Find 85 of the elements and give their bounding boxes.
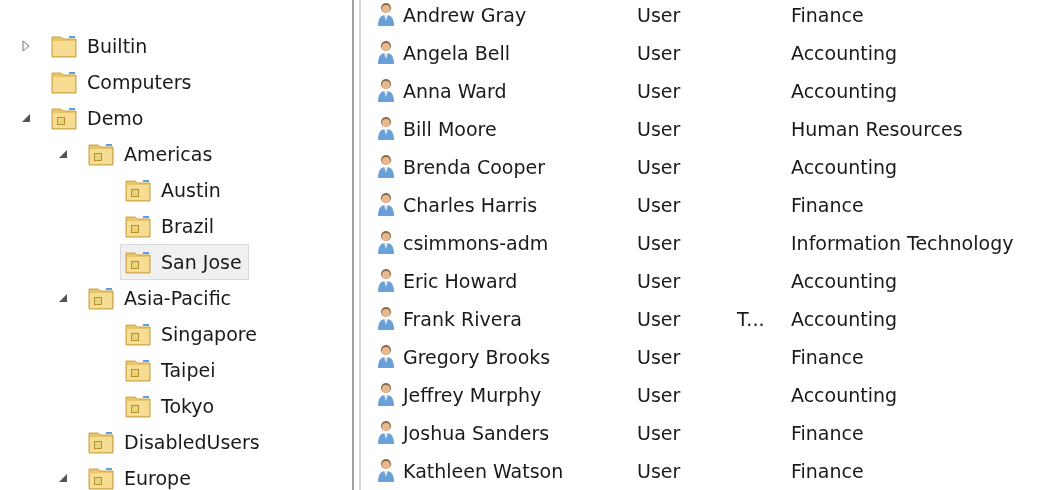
tree-item[interactable]: Asia-Pacific (83, 280, 239, 316)
table-cell: Accounting (791, 308, 898, 330)
tree-item[interactable]: Americas (83, 136, 220, 172)
collapse-arrow-icon[interactable] (57, 472, 69, 484)
user-icon (375, 420, 397, 446)
splitter[interactable] (352, 0, 361, 490)
folder-icon (125, 393, 151, 419)
collapse-arrow-icon[interactable] (57, 148, 69, 160)
table-cell: Finance (791, 346, 864, 368)
tree-item[interactable]: Taipei (120, 352, 223, 388)
folder-icon (51, 69, 77, 95)
table-cell: User (637, 422, 681, 444)
user-icon (375, 230, 397, 256)
table-cell: Brenda Cooper (403, 156, 545, 178)
folder-icon (125, 321, 151, 347)
table-cell: User (637, 156, 681, 178)
table-cell: User (637, 270, 681, 292)
folder-icon (88, 285, 114, 311)
table-cell: Charles Harris (403, 194, 538, 216)
table-cell: Frank Rivera (403, 308, 522, 330)
user-icon (375, 40, 397, 66)
folder-icon (51, 33, 77, 59)
tree-item[interactable]: Brazil (120, 208, 222, 244)
tree-item[interactable]: Singapore (120, 316, 264, 352)
table-cell: Angela Bell (403, 42, 511, 64)
user-icon (375, 344, 397, 370)
table-cell: Accounting (791, 42, 898, 64)
expand-arrow-icon[interactable] (20, 40, 32, 52)
table-cell: Finance (791, 194, 864, 216)
table-cell: User (637, 4, 681, 26)
folder-icon (88, 429, 114, 455)
table-cell: Anna Ward (403, 80, 507, 102)
table-cell: User (637, 384, 681, 406)
folder-icon (125, 249, 151, 275)
table-cell: Accounting (791, 384, 898, 406)
tree-item[interactable]: Computers (46, 64, 199, 100)
tree-item[interactable]: San Jose (120, 244, 249, 280)
folder-icon (125, 177, 151, 203)
table-cell: Finance (791, 4, 864, 26)
folder-icon (88, 141, 114, 167)
collapse-arrow-icon[interactable] (20, 112, 32, 124)
user-icon (375, 78, 397, 104)
table-cell: Information Technology (791, 232, 1014, 254)
folder-icon (88, 465, 114, 490)
tree-item[interactable]: Builtin (46, 28, 155, 64)
table-cell: T... (737, 308, 765, 330)
table-cell: Accounting (791, 270, 898, 292)
table-cell: Eric Howard (403, 270, 518, 292)
table-cell: User (637, 80, 681, 102)
table-cell: User (637, 232, 681, 254)
table-cell: Finance (791, 422, 864, 444)
table-cell: User (637, 42, 681, 64)
table-cell: User (637, 460, 681, 482)
table-cell: Andrew Gray (403, 4, 527, 26)
user-icon (375, 306, 397, 332)
tree-item[interactable]: Tokyo (120, 388, 222, 424)
table-cell: User (637, 118, 681, 140)
tree-item[interactable]: DisabledUsers (83, 424, 267, 460)
table-cell: Gregory Brooks (403, 346, 551, 368)
table-cell: User (637, 346, 681, 368)
table-cell: Accounting (791, 80, 898, 102)
user-icon (375, 268, 397, 294)
table-cell: Accounting (791, 156, 898, 178)
user-icon (375, 116, 397, 142)
table-cell: User (637, 308, 681, 330)
tree-item[interactable]: Austin (120, 172, 228, 208)
collapse-arrow-icon[interactable] (57, 292, 69, 304)
table-cell: Finance (791, 460, 864, 482)
folder-icon (125, 213, 151, 239)
table-cell: Jeffrey Murphy (403, 384, 542, 406)
folder-icon (51, 105, 77, 131)
table-cell: Joshua Sanders (403, 422, 550, 444)
folder-icon (125, 357, 151, 383)
user-icon (375, 458, 397, 484)
table-cell: User (637, 194, 681, 216)
user-icon (375, 154, 397, 180)
table-cell: Human Resources (791, 118, 963, 140)
table-cell: csimmons-adm (403, 232, 549, 254)
user-icon (375, 192, 397, 218)
user-icon (375, 382, 397, 408)
tree-item[interactable]: Demo (46, 100, 151, 136)
table-cell: Kathleen Watson (403, 460, 564, 482)
user-icon (375, 2, 397, 28)
table-cell: Bill Moore (403, 118, 497, 140)
tree-item[interactable]: Europe (83, 460, 198, 490)
